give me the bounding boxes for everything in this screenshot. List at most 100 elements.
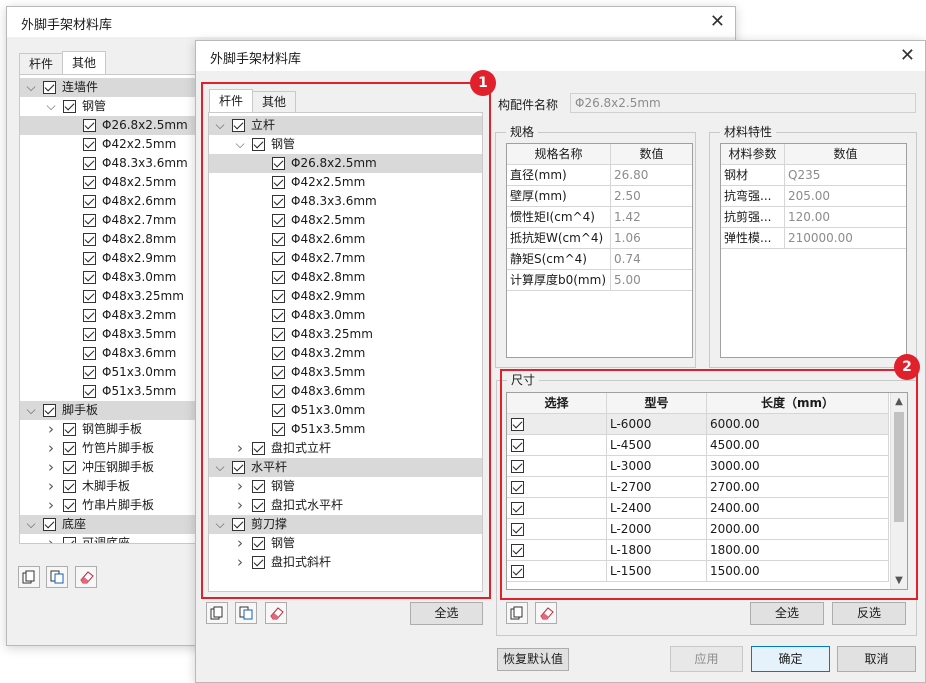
- paste-icon: [50, 570, 64, 584]
- tree-node[interactable]: › 可调底座: [20, 534, 218, 543]
- tree-node[interactable]: › 木脚手板: [20, 477, 218, 496]
- close-icon[interactable]: ✕: [900, 45, 915, 66]
- select-all-right-button[interactable]: 全选: [750, 602, 824, 625]
- tree-node-label: Φ48x2.7mm: [102, 213, 177, 227]
- component-name-field[interactable]: Φ26.8x2.5mm: [570, 93, 916, 113]
- front-paste-button[interactable]: [235, 602, 257, 624]
- checkbox-checked-icon[interactable]: [63, 461, 76, 474]
- checkbox-checked-icon[interactable]: [83, 366, 96, 379]
- tree-node[interactable]: Φ48x2.9mm: [20, 249, 218, 268]
- restore-default-button[interactable]: 恢复默认值: [497, 648, 569, 671]
- cancel-button[interactable]: 取消: [837, 646, 916, 672]
- table-cell: 120.00: [785, 207, 906, 228]
- chevron-down-icon[interactable]: ⌵: [26, 401, 36, 420]
- checkbox-checked-icon[interactable]: [43, 518, 56, 531]
- front-window-title: 外脚手架材料库: [210, 52, 302, 67]
- tree-node[interactable]: Φ48x2.6mm: [20, 192, 218, 211]
- apply-button[interactable]: 应用: [670, 646, 743, 672]
- checkbox-checked-icon[interactable]: [83, 233, 96, 246]
- tree-node[interactable]: Φ48x3.2mm: [20, 306, 218, 325]
- chevron-down-icon[interactable]: ⌵: [46, 97, 56, 116]
- back-eraser-button[interactable]: [75, 566, 97, 588]
- ok-button[interactable]: 确定: [751, 646, 830, 672]
- tree-node[interactable]: Φ48x3.6mm: [20, 344, 218, 363]
- tree-node-label: Φ48x2.6mm: [102, 194, 177, 208]
- tree-node[interactable]: Φ48x2.5mm: [20, 173, 218, 192]
- checkbox-checked-icon[interactable]: [63, 442, 76, 455]
- material-table[interactable]: 材料参数 数值 钢材 Q235 抗弯强... 205.00 抗剪强... 120.00 弹性模.…: [720, 143, 907, 358]
- tree-node[interactable]: › 竹串片脚手板: [20, 496, 218, 515]
- front-copy-button[interactable]: [206, 602, 228, 624]
- checkbox-checked-icon[interactable]: [83, 119, 96, 132]
- highlight-box-2: [500, 369, 918, 600]
- back-tab-other[interactable]: 其他: [62, 51, 107, 74]
- checkbox-checked-icon[interactable]: [83, 309, 96, 322]
- tree-node[interactable]: › 冲压钢脚手板: [20, 458, 218, 477]
- spec-table[interactable]: 规格名称 数值 直径(mm) 26.80 壁厚(mm) 2.50 惯性矩I(cm^4) 1.4…: [506, 143, 693, 358]
- tree-node[interactable]: Φ48x2.8mm: [20, 230, 218, 249]
- checkbox-checked-icon[interactable]: [83, 290, 96, 303]
- tree-node[interactable]: ⌵ 钢管: [20, 97, 218, 116]
- chevron-right-icon[interactable]: ›: [46, 420, 56, 439]
- table-header-cell: 材料参数: [721, 144, 785, 165]
- checkbox-checked-icon[interactable]: [63, 423, 76, 436]
- checkbox-checked-icon[interactable]: [83, 385, 96, 398]
- tree-node[interactable]: Φ26.8x2.5mm: [20, 116, 218, 135]
- back-copy-button[interactable]: [18, 566, 40, 588]
- checkbox-checked-icon[interactable]: [83, 328, 96, 341]
- tree-node[interactable]: ⌵ 脚手板: [20, 401, 218, 420]
- tree-node[interactable]: Φ48x3.5mm: [20, 325, 218, 344]
- checkbox-checked-icon[interactable]: [63, 499, 76, 512]
- checkbox-checked-icon[interactable]: [43, 404, 56, 417]
- checkbox-checked-icon[interactable]: [63, 480, 76, 493]
- checkbox-checked-icon[interactable]: [83, 214, 96, 227]
- front-eraser-button[interactable]: [265, 602, 287, 624]
- tree-node-label: Φ26.8x2.5mm: [102, 118, 188, 132]
- checkbox-checked-icon[interactable]: [63, 100, 76, 113]
- tree-node[interactable]: ⌵ 底座: [20, 515, 218, 534]
- table-cell: 1.06: [611, 228, 692, 249]
- table-cell: 抵抗矩W(cm^4): [507, 228, 611, 249]
- chevron-right-icon[interactable]: ›: [46, 534, 56, 543]
- chevron-down-icon[interactable]: ⌵: [26, 78, 36, 97]
- chevron-right-icon[interactable]: ›: [46, 458, 56, 477]
- select-all-left-button[interactable]: 全选: [410, 602, 483, 625]
- back-tree[interactable]: ⌵ 连墙件 ⌵ 钢管 Φ26.8x2.5mm Φ42x2.5mm Φ48.3x3.6mm Φ4…: [19, 74, 219, 544]
- tree-node[interactable]: Φ51x3.5mm: [20, 382, 218, 401]
- tree-node[interactable]: › 钢笆脚手板: [20, 420, 218, 439]
- tree-node[interactable]: Φ48.3x3.6mm: [20, 154, 218, 173]
- tree-node[interactable]: ⌵ 连墙件: [20, 78, 218, 97]
- back-tab-rods[interactable]: 杆件: [19, 53, 64, 74]
- checkbox-checked-icon[interactable]: [83, 195, 96, 208]
- back-paste-button[interactable]: [46, 566, 68, 588]
- table-header-cell: 数值: [785, 144, 906, 165]
- close-icon[interactable]: ✕: [710, 11, 725, 32]
- tree-node[interactable]: Φ42x2.5mm: [20, 135, 218, 154]
- size-eraser-button[interactable]: [535, 602, 557, 624]
- chevron-right-icon[interactable]: ›: [46, 477, 56, 496]
- checkbox-checked-icon[interactable]: [83, 176, 96, 189]
- checkbox-checked-icon[interactable]: [83, 138, 96, 151]
- tree-node[interactable]: › 竹笆片脚手板: [20, 439, 218, 458]
- checkbox-checked-icon[interactable]: [63, 537, 76, 543]
- component-name-label: 构配件名称: [498, 98, 559, 112]
- chevron-right-icon[interactable]: ›: [46, 439, 56, 458]
- checkbox-checked-icon[interactable]: [83, 347, 96, 360]
- checkbox-checked-icon[interactable]: [83, 271, 96, 284]
- front-tab-rods[interactable]: 杆件: [209, 89, 254, 112]
- checkbox-checked-icon[interactable]: [83, 157, 96, 170]
- invert-select-button[interactable]: 反选: [832, 602, 906, 625]
- tree-node[interactable]: Φ48x2.7mm: [20, 211, 218, 230]
- checkbox-checked-icon[interactable]: [83, 252, 96, 265]
- chevron-down-icon[interactable]: ⌵: [26, 515, 36, 534]
- tree-node-label: 钢管: [82, 99, 107, 113]
- tree-node-label: Φ48x3.6mm: [102, 346, 177, 360]
- tree-node[interactable]: Φ51x3.0mm: [20, 363, 218, 382]
- tree-node[interactable]: Φ48x3.25mm: [20, 287, 218, 306]
- size-copy-button[interactable]: [506, 602, 528, 624]
- tree-node-label: Φ42x2.5mm: [102, 137, 177, 151]
- checkbox-checked-icon[interactable]: [43, 81, 56, 94]
- tree-node[interactable]: Φ48x3.0mm: [20, 268, 218, 287]
- spec-group-label: 规格: [506, 125, 539, 139]
- chevron-right-icon[interactable]: ›: [46, 496, 56, 515]
